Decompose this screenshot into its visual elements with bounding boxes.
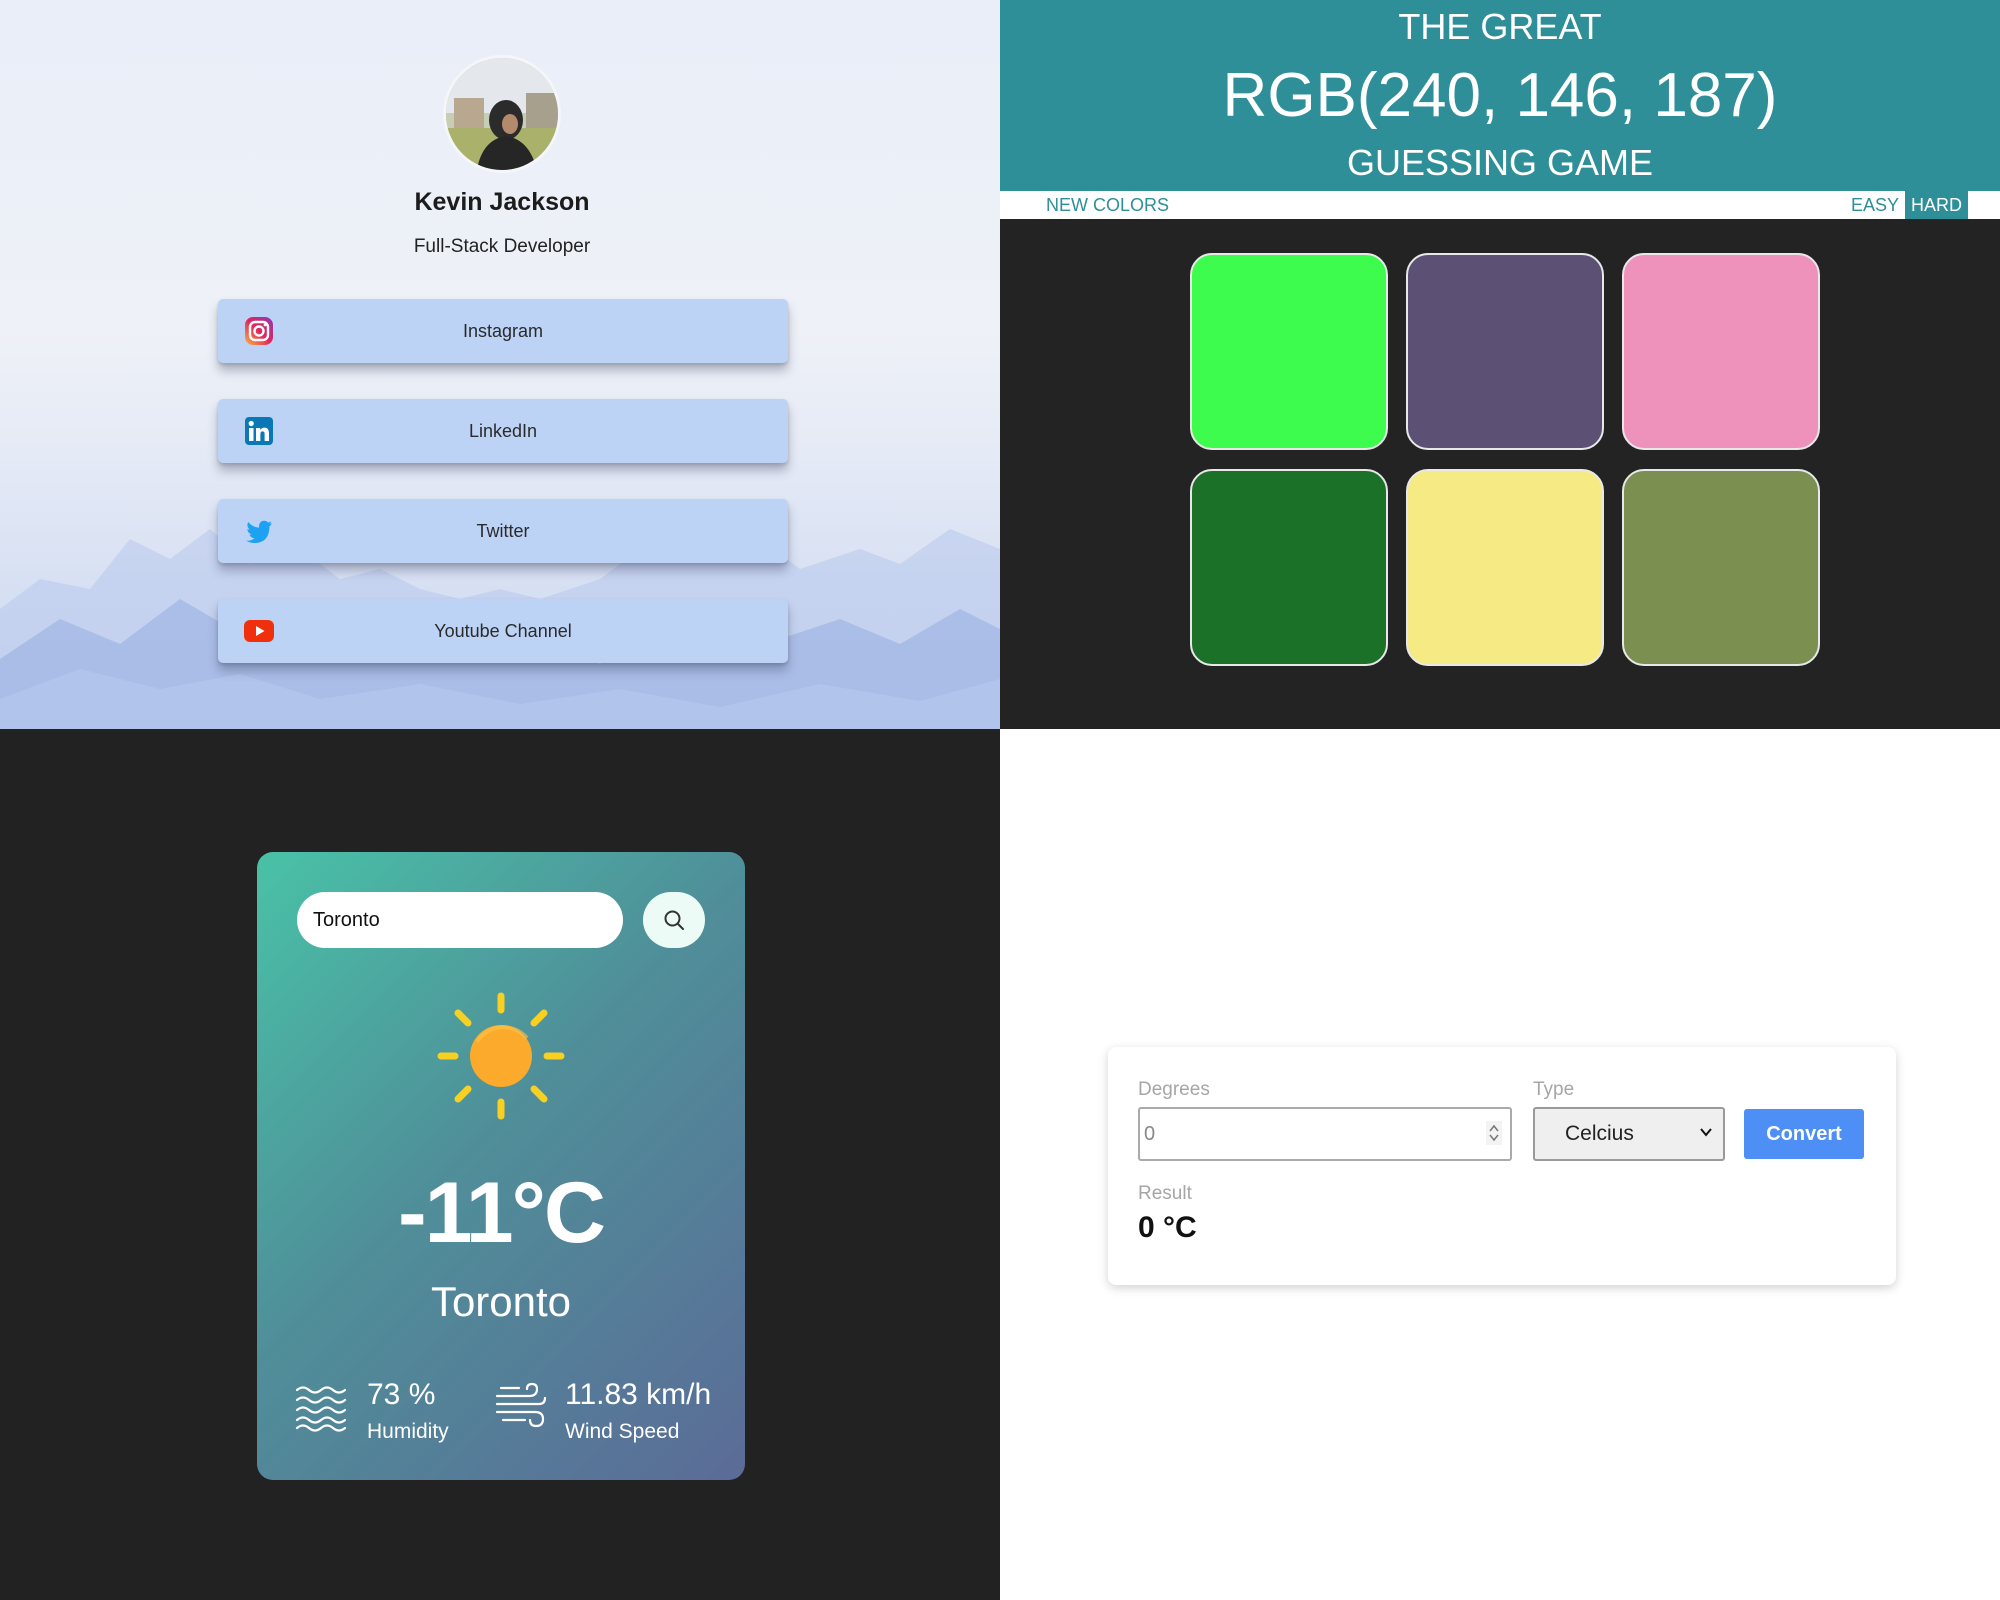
rgb-display: RGB(240, 146, 187) xyxy=(1222,61,1778,130)
spinner-arrows-icon[interactable] xyxy=(1486,1121,1502,1145)
wind-label: Wind Speed xyxy=(565,1420,680,1443)
wind-value: 11.83 km/h xyxy=(565,1378,712,1411)
youtube-link-button[interactable]: Youtube Channel xyxy=(218,599,788,663)
color-square-5[interactable] xyxy=(1406,469,1604,666)
new-colors-button[interactable]: NEW COLORS xyxy=(1040,191,1175,219)
temperature: -11°C xyxy=(397,1165,606,1261)
avatar-photo xyxy=(446,58,558,170)
city-search-input[interactable] xyxy=(297,892,623,948)
color-square-1[interactable] xyxy=(1190,253,1388,450)
converter-card: Degrees Type Celcius Convert Result 0 °C xyxy=(1108,1047,1896,1285)
convert-button[interactable]: Convert xyxy=(1744,1109,1864,1159)
type-label: Type xyxy=(1533,1079,1575,1100)
city-name: Toronto xyxy=(430,1278,572,1325)
color-square-3[interactable] xyxy=(1622,253,1820,450)
hard-mode-button[interactable]: HARD xyxy=(1905,191,1969,219)
converter-panel: Degrees Type Celcius Convert Result 0 °C xyxy=(1000,729,2000,1600)
avatar xyxy=(443,55,561,173)
game-header: THE GREAT RGB(240, 146, 187) GUESSING GA… xyxy=(1000,0,2000,191)
weather-card: -11°C Toronto 73 % Humidity 11.83 km/h W xyxy=(257,852,745,1480)
profile-name: Kevin Jackson xyxy=(414,188,590,216)
color-game-panel: THE GREAT RGB(240, 146, 187) GUESSING GA… xyxy=(1000,0,2000,729)
type-select[interactable]: Celcius xyxy=(1533,1107,1725,1161)
twitter-link-button[interactable]: Twitter xyxy=(218,499,788,563)
search-button[interactable] xyxy=(643,892,705,948)
game-title-bottom: GUESSING GAME xyxy=(1346,142,1654,183)
instagram-link-label: Instagram xyxy=(462,321,544,341)
linkedin-link-label: LinkedIn xyxy=(468,421,538,441)
easy-mode-button[interactable]: EASY xyxy=(1845,191,1905,219)
profile-role: Full-Stack Developer xyxy=(413,236,591,257)
color-square-6[interactable] xyxy=(1622,469,1820,666)
chevron-down-icon xyxy=(1700,1128,1712,1137)
sun-icon xyxy=(437,992,565,1120)
game-control-bar: NEW COLORS EASY HARD xyxy=(1000,191,2000,219)
wind-icon xyxy=(495,1382,547,1428)
profile-panel: Kevin Jackson Full-Stack Developer Insta… xyxy=(0,0,1000,729)
humidity-icon xyxy=(295,1386,347,1432)
color-square-4[interactable] xyxy=(1190,469,1388,666)
linkedin-link-button[interactable]: LinkedIn xyxy=(218,399,788,463)
type-selected-value: Celcius xyxy=(1565,1122,1634,1145)
weather-panel: -11°C Toronto 73 % Humidity 11.83 km/h W xyxy=(0,729,1000,1600)
search-icon xyxy=(664,910,684,930)
result-value: 0 °C xyxy=(1138,1211,1197,1244)
humidity-value: 73 % xyxy=(367,1378,436,1411)
youtube-link-label: Youtube Channel xyxy=(434,621,572,641)
color-square-2[interactable] xyxy=(1406,253,1604,450)
game-title-top: THE GREAT xyxy=(1398,6,1602,47)
degrees-input[interactable] xyxy=(1138,1107,1512,1161)
twitter-link-label: Twitter xyxy=(476,521,530,541)
degrees-label: Degrees xyxy=(1138,1079,1210,1100)
result-label: Result xyxy=(1138,1183,1192,1204)
humidity-label: Humidity xyxy=(367,1420,449,1443)
instagram-link-button[interactable]: Instagram xyxy=(218,299,788,363)
